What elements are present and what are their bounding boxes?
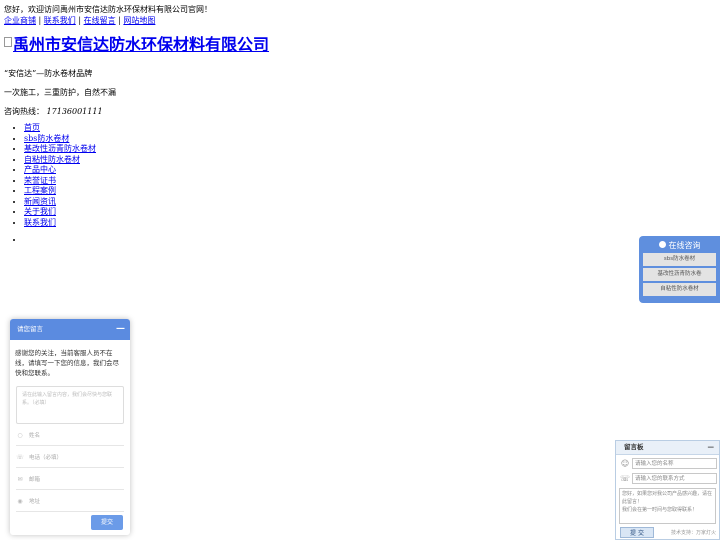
link-contact[interactable]: 联系我们 — [44, 16, 76, 25]
nav-sbs[interactable]: sbs防水卷材 — [24, 134, 69, 143]
welcome-text: 您好，欢迎访问禹州市安信达防水环保材料有限公司官网！ — [4, 5, 212, 14]
nav-modified-asphalt[interactable]: 基改性沥青防水卷材 — [24, 144, 96, 153]
mail-icon: ✉ — [17, 476, 23, 483]
top-links: 企业商铺 | 联系我们 | 在线留言 | 网站地图 — [4, 15, 155, 26]
board-content-textarea[interactable]: 您好，如果您对我公司产品感兴趣，请在此留言！ 我们会在第一时间与您取得联系！ — [619, 488, 716, 524]
submit-button[interactable]: 提交 — [91, 515, 123, 530]
hotline-number: 17136001111 — [46, 107, 103, 116]
user-icon: ☺ — [620, 459, 630, 468]
name-placeholder: 姓名 — [29, 433, 41, 439]
consult-title: 在线咨询 — [668, 241, 701, 250]
link-message[interactable]: 在线留言 — [84, 16, 116, 25]
message-textarea[interactable]: 请在此输入留言内容，我们会尽快与您联系。（必填） — [16, 386, 124, 424]
leave-message-dialog: 请您留言 — 感谢您的关注，当前客服人员不在线，请填写一下您的信息，我们会尽快和… — [10, 319, 130, 535]
dialog-title: 请您留言 — [17, 325, 43, 333]
location-icon: ◉ — [17, 498, 23, 505]
nav-item: 工程案例 — [24, 186, 96, 197]
separator: | — [78, 16, 82, 25]
nav-contact[interactable]: 联系我们 — [24, 218, 56, 227]
phone-field[interactable]: ☏ 电话（必填） — [16, 449, 124, 468]
main-nav: 首页 sbs防水卷材 基改性沥青防水卷材 自粘性防水卷材 产品中心 荣誉证书 工… — [4, 123, 96, 228]
phone-icon: ☏ — [620, 474, 631, 483]
online-consult-panel: 在线咨询 sbs防水卷材 基改性沥青防水卷 自粘性防水卷材 — [639, 236, 720, 303]
brand-slogan: “安信达”—防水卷材品牌 — [4, 69, 93, 78]
dialog-header: 请您留言 — — [10, 319, 130, 340]
board-title: 留言板 — [624, 443, 644, 451]
board-header: 留言板 — — [616, 441, 719, 455]
board-name-row: ☺ 请输入您的名称 — [616, 458, 719, 470]
board-name-input[interactable]: 请输入您的名称 — [632, 458, 717, 469]
user-icon: ○ — [17, 432, 23, 439]
nav-item: 荣誉证书 — [24, 176, 96, 187]
nav-item: 基改性沥青防水卷材 — [24, 144, 96, 155]
phone-placeholder: 电话（必填） — [29, 455, 63, 461]
nav-item: 新闻资讯 — [24, 197, 96, 208]
nav-item: 自粘性防水卷材 — [24, 155, 96, 166]
nav-item: 首页 — [24, 123, 96, 134]
logo[interactable]: 禹州市安信达防水环保材料有限公司 — [4, 34, 269, 56]
nav-cases[interactable]: 工程案例 — [24, 186, 56, 195]
nav-item: 联系我们 — [24, 218, 96, 229]
nav-item: 关于我们 — [24, 207, 96, 218]
separator: | — [118, 16, 121, 25]
consult-item-self-adhesive[interactable]: 自粘性防水卷材 — [643, 283, 716, 296]
hotline-label: 咨询热线： — [4, 107, 44, 116]
message-board: 留言板 — ☺ 请输入您的名称 ☏ 请输入您的联系方式 您好，如果您对我公司产品… — [615, 440, 720, 540]
address-field[interactable]: ◉ 地址 — [16, 493, 124, 512]
nav-item: sbs防水卷材 — [24, 134, 96, 145]
nav-products[interactable]: 产品中心 — [24, 165, 56, 174]
email-placeholder: 邮箱 — [29, 477, 41, 483]
address-placeholder: 地址 — [29, 499, 41, 505]
nav-item: 产品中心 — [24, 165, 96, 176]
consult-item-modified-asphalt[interactable]: 基改性沥青防水卷 — [643, 268, 716, 281]
broken-image-icon — [4, 37, 12, 47]
link-sitemap[interactable]: 网站地图 — [123, 16, 155, 25]
logo-link[interactable]: 禹州市安信达防水环保材料有限公司 — [4, 35, 269, 54]
consult-item-sbs[interactable]: sbs防水卷材 — [643, 253, 716, 266]
empty-list — [4, 235, 24, 245]
chat-bubble-icon — [658, 241, 666, 248]
board-contact-input[interactable]: 请输入您的联系方式 — [632, 473, 717, 484]
nav-about[interactable]: 关于我们 — [24, 207, 56, 216]
link-shop[interactable]: 企业商铺 — [4, 16, 36, 25]
dialog-intro: 感谢您的关注，当前客服人员不在线，请填写一下您的信息，我们会尽快和您联系。 — [15, 349, 119, 377]
nav-honors[interactable]: 荣誉证书 — [24, 176, 56, 185]
email-field[interactable]: ✉ 邮箱 — [16, 471, 124, 490]
consult-header[interactable]: 在线咨询 — [639, 240, 720, 251]
minimize-icon[interactable]: — — [116, 319, 125, 340]
nav-self-adhesive[interactable]: 自粘性防水卷材 — [24, 155, 80, 164]
hotline: 咨询热线： 17136001111 — [4, 106, 103, 117]
minimize-icon[interactable]: — — [708, 441, 715, 454]
board-footer: 提 交 技术支持：万家灯火 — [616, 527, 719, 539]
separator: | — [38, 16, 42, 25]
nav-home[interactable]: 首页 — [24, 123, 40, 132]
tech-support: 技术支持：万家灯火 — [670, 530, 716, 536]
board-submit-button[interactable]: 提 交 — [620, 527, 654, 538]
phone-icon: ☏ — [16, 454, 24, 461]
board-contact-row: ☏ 请输入您的联系方式 — [616, 473, 719, 485]
nav-news[interactable]: 新闻资讯 — [24, 197, 56, 206]
name-field[interactable]: ○ 姓名 — [16, 427, 124, 446]
tagline: 一次施工，三重防护，自然不漏 — [4, 88, 116, 97]
logo-alt-text: 禹州市安信达防水环保材料有限公司 — [13, 35, 270, 54]
